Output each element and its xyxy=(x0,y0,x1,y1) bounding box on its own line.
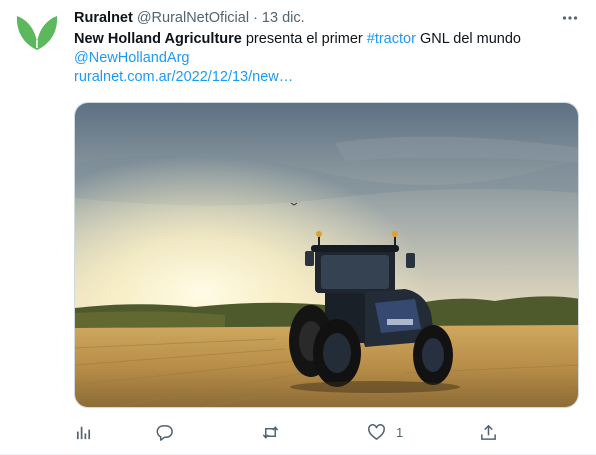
like-icon xyxy=(368,423,385,440)
analytics-icon xyxy=(76,426,91,439)
tweet-text: New Holland Agriculture presenta el prim… xyxy=(74,30,578,87)
ruralnet-logo xyxy=(16,16,58,50)
retweet-icon xyxy=(262,425,279,439)
more-button[interactable] xyxy=(558,6,582,30)
like-count: 1 xyxy=(396,424,404,440)
reply-button[interactable] xyxy=(155,420,174,444)
url-link[interactable]: ruralnet.com.ar/2022/12/13/new… xyxy=(74,68,578,87)
tweet-bold-title: New Holland Agriculture xyxy=(74,31,242,47)
tractor-photo xyxy=(75,103,578,407)
mention-link[interactable]: @NewHollandArg xyxy=(74,49,578,68)
tweet-text-part1: presenta el primer xyxy=(241,31,367,47)
hashtag-link[interactable]: #tractor xyxy=(367,31,416,47)
separator-dot: · xyxy=(253,10,258,26)
reply-icon xyxy=(156,424,173,441)
author-handle[interactable]: @RuralNetOficial xyxy=(137,10,249,26)
like-button[interactable]: 1 xyxy=(367,420,403,444)
tweet-actions: 1 xyxy=(0,420,596,444)
tweet-content: Ruralnet @RuralNetOficial · 13 dic. New … xyxy=(74,8,578,87)
tweet[interactable]: Ruralnet @RuralNetOficial · 13 dic. New … xyxy=(0,0,596,455)
avatar[interactable] xyxy=(14,10,60,56)
tweet-date[interactable]: 13 dic. xyxy=(262,10,305,26)
tweet-header: Ruralnet @RuralNetOficial · 13 dic. xyxy=(74,8,578,28)
analytics-button[interactable] xyxy=(74,420,93,444)
share-button[interactable] xyxy=(479,420,498,444)
tweet-image[interactable] xyxy=(74,102,579,408)
author-name[interactable]: Ruralnet xyxy=(74,10,133,26)
share-icon xyxy=(481,424,496,440)
tweet-text-line-1: New Holland Agriculture presenta el prim… xyxy=(74,30,578,49)
retweet-button[interactable] xyxy=(261,420,280,444)
more-icon xyxy=(562,16,578,20)
tweet-text-part2: GNL del mundo xyxy=(415,31,521,47)
